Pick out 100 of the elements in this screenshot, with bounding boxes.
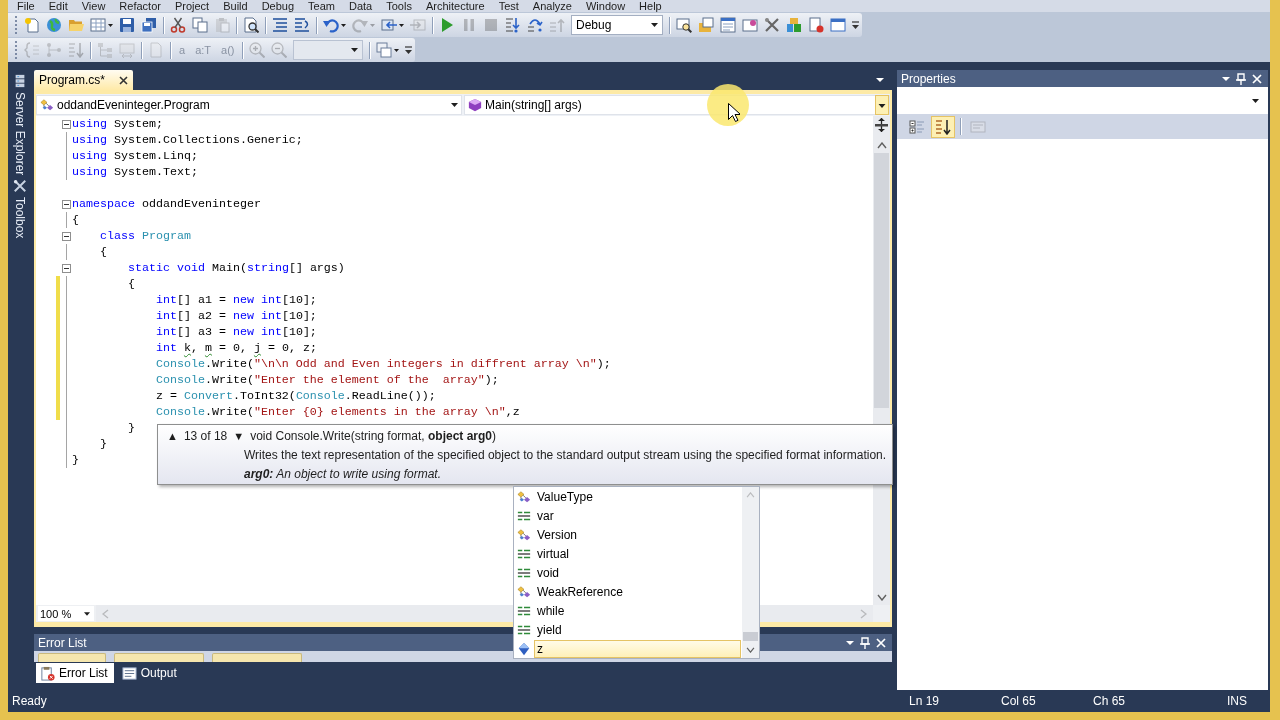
menu-item[interactable]: Edit <box>41 0 75 12</box>
menu-item[interactable]: Test <box>491 0 526 12</box>
window-magnifier-icon[interactable] <box>676 17 692 33</box>
up-chevron-icon[interactable] <box>876 142 887 149</box>
navigation-dropdown[interactable]: Main(string[] args) <box>464 95 890 115</box>
scissors-icon[interactable] <box>170 17 186 33</box>
cube-icon <box>468 98 482 112</box>
server-icon <box>13 74 27 88</box>
menu-item[interactable]: File <box>10 0 42 12</box>
menu-item[interactable]: Architecture <box>418 0 492 12</box>
menu-item[interactable]: View <box>74 0 113 12</box>
menu-item[interactable]: Team <box>301 0 342 12</box>
caret-icon[interactable] <box>341 23 346 27</box>
close-icon[interactable] <box>119 75 129 85</box>
scrollbar-thumb[interactable] <box>743 632 758 641</box>
document-magnifier-icon[interactable] <box>243 17 259 33</box>
window-icon[interactable] <box>830 17 846 33</box>
page-error-icon[interactable] <box>808 17 824 33</box>
collapse-icon[interactable] <box>61 263 71 273</box>
alphabetical-button[interactable] <box>931 115 955 138</box>
tools-icon[interactable] <box>764 17 780 33</box>
grip-handle-icon[interactable] <box>14 16 18 34</box>
completion-item[interactable]: Version <box>534 525 741 544</box>
step-into-icon[interactable] <box>505 17 521 33</box>
menu-item[interactable]: Help <box>632 0 669 12</box>
blocks-icon[interactable] <box>786 17 802 33</box>
up-arrow-button[interactable]: ▲ <box>167 429 178 442</box>
side-tab[interactable]: Server Explorer <box>13 74 27 176</box>
undo-icon[interactable] <box>323 17 339 33</box>
down-arrow-button[interactable]: ▼ <box>233 429 245 442</box>
menu-item[interactable]: Tools <box>379 0 419 12</box>
pin-icon[interactable] <box>1236 72 1246 85</box>
status-message: Ready <box>12 694 47 708</box>
overflow-icon[interactable] <box>852 20 859 30</box>
cursor-char: Ch 65 <box>1093 694 1126 708</box>
code-line: { <box>72 213 79 227</box>
completion-item[interactable]: virtual <box>534 544 741 563</box>
completion-item[interactable]: WeakReference <box>534 582 741 601</box>
menu-item[interactable]: Project <box>167 0 217 12</box>
insert-mode: INS <box>1227 694 1247 708</box>
completion-item[interactable]: while <box>534 601 741 620</box>
copy-icon[interactable] <box>192 17 208 33</box>
globe-icon[interactable] <box>46 17 62 33</box>
code-line: using System.Text; <box>72 165 198 179</box>
folder-document-icon[interactable] <box>698 17 714 33</box>
save-all-icon[interactable] <box>141 17 157 33</box>
sort-icon <box>935 118 951 135</box>
code-line: int k, m = 0, j = 0, z; <box>155 341 317 355</box>
side-tab[interactable]: Toolbox <box>13 179 27 239</box>
tool-window-tab[interactable]: Error List <box>36 663 114 683</box>
completion-item[interactable]: yield <box>534 620 741 639</box>
grip-handle-icon[interactable] <box>14 41 18 59</box>
down-chevron-icon[interactable] <box>746 647 755 653</box>
caret-icon <box>651 23 658 27</box>
down-chevron-icon[interactable] <box>876 594 887 601</box>
code-line: class Program <box>100 229 191 243</box>
completion-item[interactable]: void <box>534 563 741 582</box>
menu-item[interactable]: Window <box>578 0 633 12</box>
caret-icon[interactable] <box>451 103 458 107</box>
step-over-icon[interactable] <box>527 17 543 33</box>
dropdown-icon[interactable] <box>1222 76 1230 81</box>
caret-icon[interactable] <box>399 23 404 27</box>
code-line: namespace oddandEveninteger <box>72 197 261 211</box>
method-signature: void Console.Write(string format, object arg0) <box>250 428 497 443</box>
dropdown-icon[interactable] <box>876 78 884 82</box>
document-star-icon[interactable] <box>24 17 40 33</box>
lines-icon[interactable] <box>272 17 288 33</box>
menu-item[interactable]: Analyze <box>525 0 579 12</box>
collapse-icon[interactable] <box>61 199 71 209</box>
menu-item[interactable]: Data <box>342 0 380 12</box>
completion-item[interactable]: z <box>534 639 741 658</box>
tool-window-tab[interactable]: Output <box>117 663 183 683</box>
menu-item[interactable]: Build <box>216 0 255 12</box>
pin-icon[interactable] <box>860 636 870 649</box>
collapse-icon[interactable] <box>61 119 71 129</box>
window-list-icon[interactable] <box>720 17 736 33</box>
dropdown-icon[interactable] <box>846 640 854 645</box>
save-icon[interactable] <box>119 17 135 33</box>
overflow-icon[interactable] <box>405 45 413 55</box>
split-handle-icon[interactable] <box>875 118 888 132</box>
menu-item[interactable]: Debug <box>254 0 302 12</box>
lines-arrow-icon[interactable] <box>294 17 310 33</box>
document-tab[interactable]: Program.cs* <box>34 70 134 90</box>
scrollbar-thumb[interactable] <box>874 153 889 408</box>
window-badge-icon[interactable] <box>742 17 758 33</box>
completion-item[interactable]: var <box>534 506 741 525</box>
code-line: using System.Linq; <box>72 149 198 163</box>
code-line: int[] a2 = new int[10]; <box>155 309 317 323</box>
categorized-icon <box>909 118 925 135</box>
menu-item[interactable]: Refactor <box>112 0 168 12</box>
caret-icon[interactable] <box>108 23 113 27</box>
collapse-icon[interactable] <box>61 231 71 241</box>
dropdown-field[interactable]: Debug <box>571 15 663 35</box>
clipboard-error-icon <box>40 665 55 681</box>
completion-item[interactable]: ValueType <box>534 487 741 506</box>
caret-icon <box>1252 99 1259 103</box>
zoom-dropdown[interactable]: 100 % <box>38 606 94 621</box>
play-icon[interactable] <box>439 17 455 33</box>
caret-icon[interactable] <box>394 48 400 52</box>
navigation-dropdown[interactable]: oddandEveninteger.Program <box>36 95 462 115</box>
